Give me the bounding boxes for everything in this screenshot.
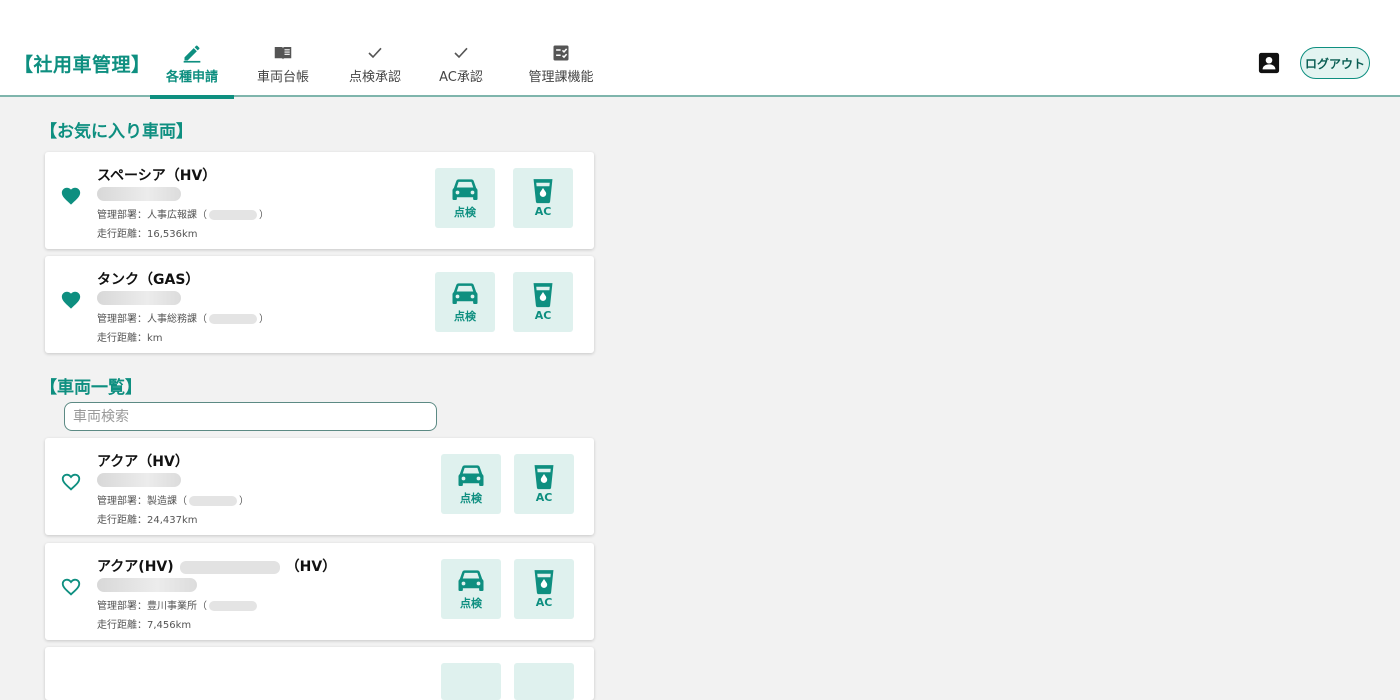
- car-icon: [452, 178, 478, 200]
- tab-applications[interactable]: 各種申請: [150, 40, 234, 99]
- ac-button[interactable]: AC: [514, 559, 574, 619]
- management-dept: 管理部署：人事広報課（）: [97, 210, 269, 221]
- app-title: 【社用車管理】: [14, 54, 151, 76]
- inspection-button[interactable]: [441, 663, 501, 700]
- inspection-label: 点検: [460, 491, 482, 505]
- favorite-vehicle-card: スペーシア（HV） 管理部署：人事広報課（） 走行距離：16,536km 点検 …: [45, 152, 594, 249]
- logout-button[interactable]: ログアウト: [1300, 47, 1370, 79]
- tab-label: 車両台帳: [256, 70, 309, 85]
- cup-drop-icon: [533, 179, 553, 204]
- top-app-bar: 【社用車管理】 各種申請 車両台帳 点検承認 AC承認 管理課機能 ログアウト: [0, 0, 1400, 99]
- tab-ac-approval[interactable]: AC承認: [418, 40, 504, 97]
- license-plate-redacted: [97, 473, 181, 487]
- management-dept: 管理部署：製造課（）: [97, 496, 249, 507]
- car-icon: [458, 569, 484, 591]
- management-dept: 管理部署：豊川事業所（: [97, 597, 259, 612]
- tab-label: 各種申請: [165, 70, 218, 85]
- cup-drop-icon: [534, 570, 554, 595]
- vehicle-name: タンク（GAS）: [97, 272, 200, 288]
- vehicle-card: アクア（HV） 管理部署：製造課（） 走行距離：24,437km 点検 AC: [45, 438, 594, 535]
- vehicle-name: スペーシア（HV）: [97, 168, 217, 184]
- ac-label: AC: [534, 309, 552, 322]
- tab-admin-functions[interactable]: 管理課機能: [504, 40, 618, 97]
- vehicle-card: アクア(HV) （HV） 管理部署：豊川事業所（ 走行距離：7,456km 点検 …: [45, 543, 594, 640]
- license-plate-redacted: [97, 187, 181, 201]
- ac-button[interactable]: AC: [513, 168, 573, 228]
- tab-label: 管理課機能: [528, 70, 594, 85]
- cup-drop-icon: [533, 283, 553, 308]
- favorite-vehicle-card: タンク（GAS） 管理部署：人事総務課（） 走行距離：km 点検 AC: [45, 256, 594, 353]
- tab-label: 点検承認: [348, 70, 401, 85]
- heart-outline-icon[interactable]: [60, 471, 82, 493]
- mileage: 走行距離：24,437km: [97, 515, 198, 526]
- checklist-icon: [552, 43, 570, 63]
- car-icon: [458, 464, 484, 486]
- inspection-label: 点検: [454, 309, 476, 323]
- car-icon: [452, 282, 478, 304]
- inspection-button[interactable]: 点検: [435, 272, 495, 332]
- favorites-section-title: 【お気に入り車両】: [40, 122, 193, 142]
- ac-button[interactable]: AC: [514, 454, 574, 514]
- license-plate-redacted: [97, 578, 197, 592]
- management-dept: 管理部署：人事総務課（）: [97, 314, 269, 325]
- inspection-button[interactable]: 点検: [441, 559, 501, 619]
- tab-label: AC承認: [439, 70, 483, 85]
- ac-button[interactable]: [514, 663, 574, 700]
- book-icon: [274, 43, 292, 63]
- license-plate-redacted: [97, 291, 181, 305]
- main-nav: 各種申請 車両台帳 点検承認 AC承認 管理課機能: [150, 40, 618, 99]
- heart-outline-icon[interactable]: [60, 576, 82, 598]
- inspection-button[interactable]: 点検: [441, 454, 501, 514]
- check-icon: [367, 43, 383, 63]
- ac-label: AC: [534, 205, 552, 218]
- account-box-icon[interactable]: [1258, 52, 1280, 74]
- vehicle-name: アクア(HV) （HV）: [97, 559, 337, 575]
- vehicle-list-section-title: 【車両一覧】: [40, 378, 142, 398]
- heart-filled-icon[interactable]: [60, 185, 82, 207]
- inspection-label: 点検: [454, 205, 476, 219]
- vehicle-search-input[interactable]: [64, 402, 437, 431]
- pencil-icon: [182, 43, 202, 63]
- heart-filled-icon[interactable]: [60, 289, 82, 311]
- inspection-button[interactable]: 点検: [435, 168, 495, 228]
- vehicle-card-partial: [45, 647, 594, 700]
- mileage: 走行距離：7,456km: [97, 620, 192, 631]
- mileage: 走行距離：16,536km: [97, 229, 198, 240]
- tab-vehicle-ledger[interactable]: 車両台帳: [234, 40, 332, 97]
- inspection-label: 点検: [460, 596, 482, 610]
- vehicle-name: アクア（HV）: [97, 454, 189, 470]
- mileage: 走行距離：km: [97, 333, 163, 344]
- ac-label: AC: [535, 491, 553, 504]
- ac-label: AC: [535, 596, 553, 609]
- ac-button[interactable]: AC: [513, 272, 573, 332]
- cup-drop-icon: [534, 465, 554, 490]
- tab-inspection-approval[interactable]: 点検承認: [332, 40, 418, 97]
- check-icon: [453, 43, 469, 63]
